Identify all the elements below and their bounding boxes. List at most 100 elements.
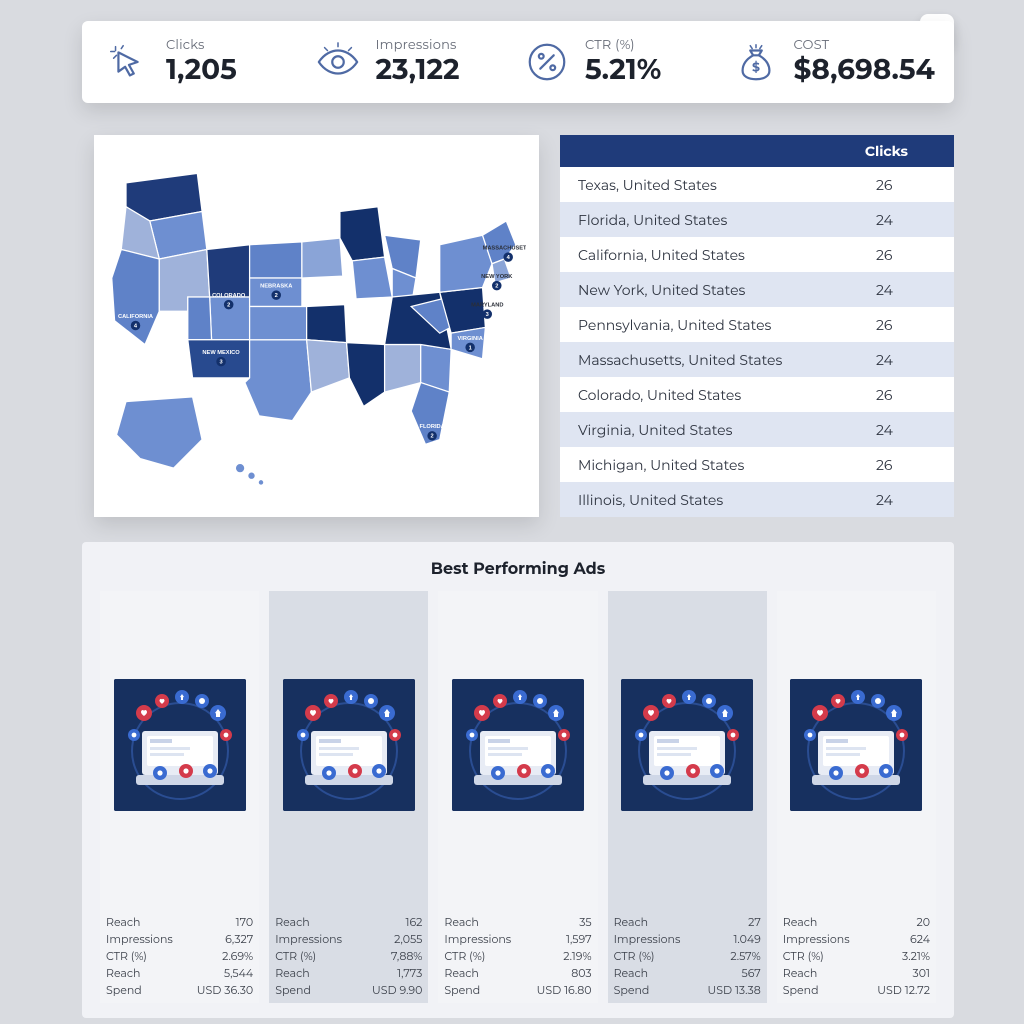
us-map-icon: CALIFORNIA 4 COLORADO 2 NEW MEXICO 3 NEB… bbox=[107, 146, 525, 505]
ad-thumbnail bbox=[283, 679, 415, 811]
map-label: COLORADO bbox=[212, 293, 246, 299]
ad-stats: Reach27 Impressions1.049 CTR (%)2.57% Re… bbox=[614, 914, 761, 999]
state-clicks: 26 bbox=[876, 386, 936, 404]
kpi-cost: $ COST $8,698.54 bbox=[733, 37, 933, 87]
dashboard-page: { "kpi": { "clicks": {"label":"Clicks", … bbox=[0, 0, 1024, 1024]
map-label: FLORIDA bbox=[420, 425, 445, 431]
best-ads-title: Best Performing Ads bbox=[100, 560, 936, 579]
stat-value: 2,055 bbox=[394, 931, 422, 948]
stat-label: Reach bbox=[275, 965, 309, 982]
table-row[interactable]: Illinois, United States 24 bbox=[560, 482, 954, 517]
stat-label: Impressions bbox=[614, 931, 681, 948]
map-label: MARYLAND bbox=[471, 303, 503, 309]
state-name: Texas, United States bbox=[578, 176, 717, 194]
table-row[interactable]: Virginia, United States 24 bbox=[560, 412, 954, 447]
ad-card[interactable]: Reach35 Impressions1,597 CTR (%)2.19% Re… bbox=[438, 591, 597, 1003]
state-clicks: 24 bbox=[876, 211, 936, 229]
ad-thumbnail bbox=[114, 679, 246, 811]
ad-card[interactable]: Reach162 Impressions2,055 CTR (%)7,88% R… bbox=[269, 591, 428, 1003]
ad-card[interactable]: Reach170 Impressions6,327 CTR (%)2.69% R… bbox=[100, 591, 259, 1003]
stat-label: Reach bbox=[106, 965, 140, 982]
stat-value: 624 bbox=[910, 931, 930, 948]
kpi-ctr-value: 5.21% bbox=[585, 53, 661, 87]
ad-card[interactable]: Reach20 Impressions624 CTR (%)3.21% Reac… bbox=[777, 591, 936, 1003]
state-name: Massachusetts, United States bbox=[578, 351, 782, 369]
state-clicks-table: Clicks Texas, United States 26 Florida, Un… bbox=[560, 135, 954, 517]
clicks-col-header: Clicks bbox=[865, 142, 908, 160]
ad-stats: Reach170 Impressions6,327 CTR (%)2.69% R… bbox=[106, 914, 253, 999]
stat-value: 170 bbox=[236, 914, 254, 931]
stat-label: Impressions bbox=[444, 931, 511, 948]
stat-value: 567 bbox=[741, 965, 760, 982]
ad-stats: Reach35 Impressions1,597 CTR (%)2.19% Re… bbox=[444, 914, 591, 999]
ad-thumbnail bbox=[790, 679, 922, 811]
stat-value: USD 9.90 bbox=[372, 982, 422, 999]
stat-value: USD 16.80 bbox=[537, 982, 592, 999]
svg-text:2: 2 bbox=[496, 284, 499, 290]
state-clicks: 26 bbox=[876, 456, 936, 474]
svg-text:2: 2 bbox=[227, 303, 230, 309]
stat-value: 35 bbox=[579, 914, 591, 931]
state-clicks: 24 bbox=[876, 491, 936, 509]
kpi-impressions: Impressions 23,122 bbox=[314, 37, 514, 87]
table-row[interactable]: Florida, United States24 bbox=[560, 202, 954, 237]
stat-label: Impressions bbox=[106, 931, 173, 948]
kpi-bar: Clicks 1,205 Impressions 23,122 CTR (%) … bbox=[82, 21, 954, 103]
map-label: NEW YORK bbox=[482, 274, 514, 280]
table-row[interactable]: Massachusetts, United States24 bbox=[560, 342, 954, 377]
stat-label: Reach bbox=[783, 914, 817, 931]
stat-value: 1,773 bbox=[397, 965, 422, 982]
stat-value: 162 bbox=[405, 914, 422, 931]
percent-icon bbox=[523, 38, 571, 86]
stat-label: Spend bbox=[783, 982, 819, 999]
stat-label: Reach bbox=[275, 914, 309, 931]
stat-label: Reach bbox=[444, 965, 478, 982]
stat-value: 1.049 bbox=[733, 931, 760, 948]
stat-value: 3.21% bbox=[902, 948, 930, 965]
stat-value: 7,88% bbox=[391, 948, 422, 965]
stat-label: CTR (%) bbox=[783, 948, 824, 965]
table-row[interactable]: Michigan, United States26 bbox=[560, 447, 954, 482]
map-label: NEBRASKA bbox=[260, 284, 292, 290]
state-clicks: 24 bbox=[876, 281, 936, 299]
stat-value: USD 36.30 bbox=[197, 982, 253, 999]
stat-label: CTR (%) bbox=[275, 948, 316, 965]
table-row[interactable]: Colorado, United States26 bbox=[560, 377, 954, 412]
eye-icon bbox=[314, 38, 362, 86]
stat-label: Impressions bbox=[783, 931, 850, 948]
state-name: Pennsylvania, United States bbox=[578, 316, 771, 334]
state-clicks: 26 bbox=[876, 176, 936, 194]
map-label: CALIFORNIA bbox=[118, 314, 153, 320]
ad-stats: Reach20 Impressions624 CTR (%)3.21% Reac… bbox=[783, 914, 930, 999]
kpi-impressions-label: Impressions bbox=[376, 37, 457, 53]
ad-thumbnail bbox=[452, 679, 584, 811]
table-row[interactable]: Pennsylvania, United States 26 bbox=[560, 307, 954, 342]
stat-label: Reach bbox=[106, 914, 140, 931]
state-clicks: 26 bbox=[876, 316, 936, 334]
stat-value: USD 13.38 bbox=[708, 982, 761, 999]
kpi-ctr-label: CTR (%) bbox=[585, 37, 635, 53]
table-row[interactable]: California, United States26 bbox=[560, 237, 954, 272]
state-name: Illinois, United States bbox=[578, 491, 723, 509]
table-row[interactable]: Texas, United States 26 bbox=[560, 167, 954, 202]
kpi-clicks-value: 1,205 bbox=[166, 53, 237, 87]
best-ads-section: Best Performing Ads Reach170 Impres bbox=[82, 542, 954, 1018]
state-clicks: 24 bbox=[876, 421, 936, 439]
stat-label: CTR (%) bbox=[444, 948, 485, 965]
state-name: Virginia, United States bbox=[578, 421, 732, 439]
kpi-ctr: CTR (%) 5.21% bbox=[523, 37, 723, 87]
stat-value: 6,327 bbox=[225, 931, 253, 948]
stat-label: Reach bbox=[614, 914, 648, 931]
svg-text:3: 3 bbox=[220, 360, 223, 366]
table-row[interactable]: New York, United States24 bbox=[560, 272, 954, 307]
stat-value: 2.69% bbox=[222, 948, 253, 965]
stat-value: 5,544 bbox=[224, 965, 253, 982]
ad-stats: Reach162 Impressions2,055 CTR (%)7,88% R… bbox=[275, 914, 422, 999]
stat-value: 20 bbox=[916, 914, 930, 931]
svg-text:2: 2 bbox=[431, 434, 434, 440]
svg-text:2: 2 bbox=[275, 293, 278, 299]
kpi-cost-label: COST bbox=[794, 37, 830, 53]
map-label: VIRGINIA bbox=[458, 336, 483, 342]
stat-value: 803 bbox=[571, 965, 591, 982]
ad-card[interactable]: Reach27 Impressions1.049 CTR (%)2.57% Re… bbox=[608, 591, 767, 1003]
